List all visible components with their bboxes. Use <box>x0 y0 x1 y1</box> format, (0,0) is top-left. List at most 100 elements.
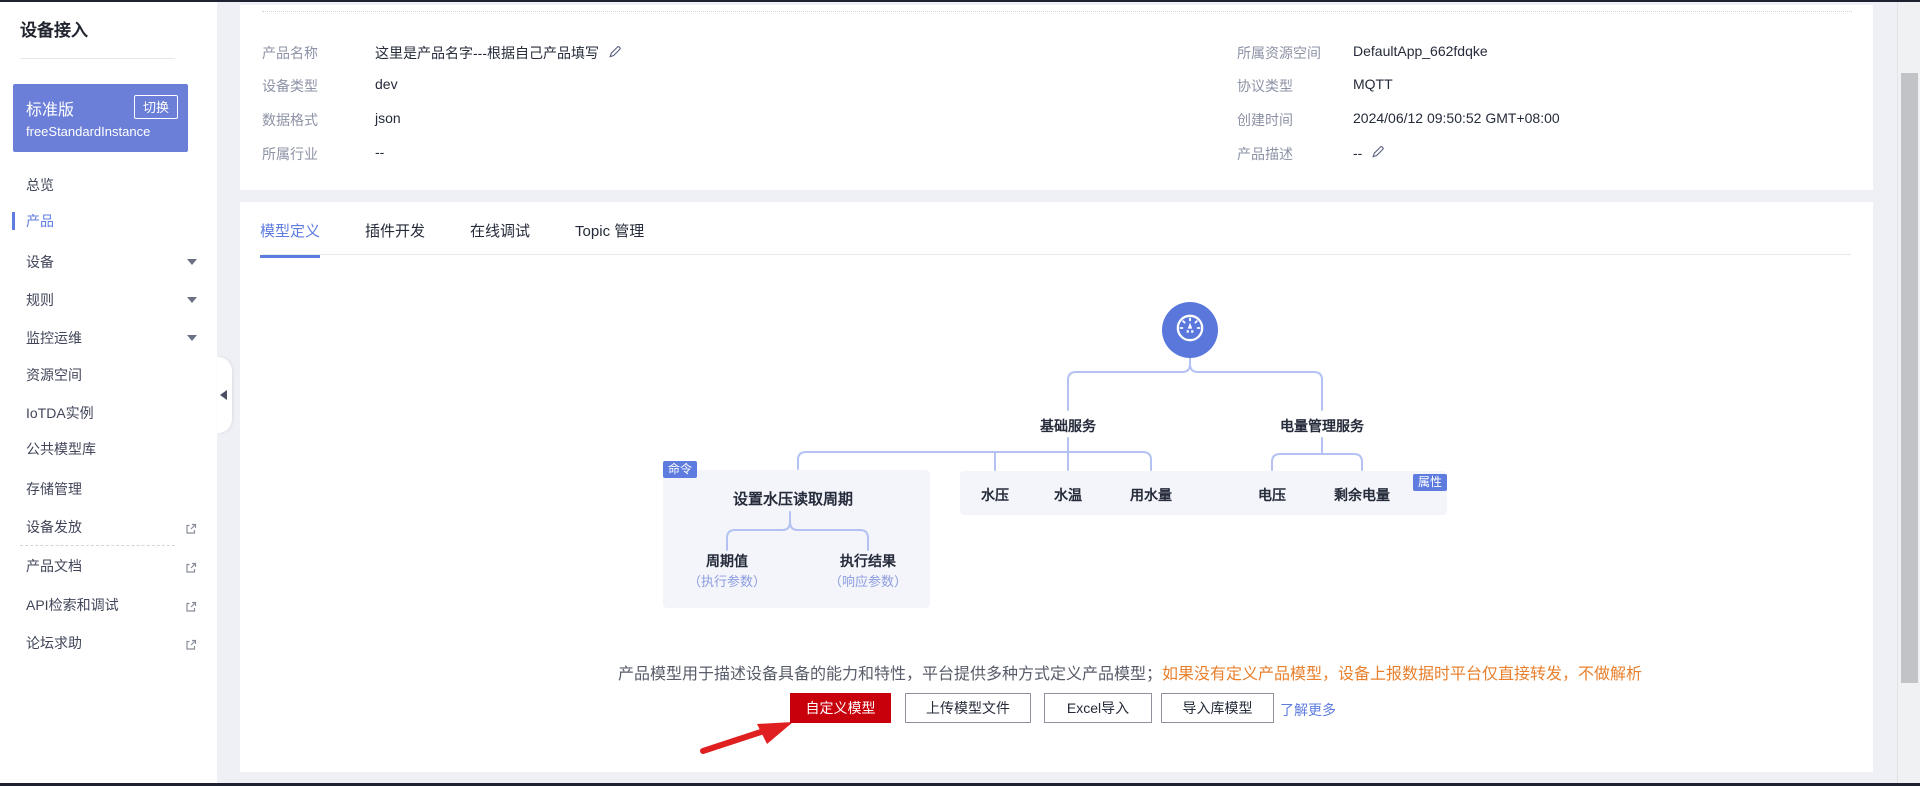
tab-plugin-development[interactable]: 插件开发 <box>365 220 425 258</box>
sidebar-item-label: 设备 <box>26 254 54 270</box>
sidebar-item-rules[interactable]: 规则 <box>0 290 217 310</box>
sidebar-item-resource-spaces[interactable]: 资源空间 <box>0 365 217 385</box>
sidebar: 设备接入 标准版 切换 freeStandardInstance 总览 产品 设… <box>0 2 217 783</box>
external-link-icon <box>185 559 197 579</box>
scrollbar-track[interactable] <box>1897 0 1920 786</box>
resource-space-label: 所属资源空间 <box>1237 43 1321 63</box>
sidebar-item-devices[interactable]: 设备 <box>0 252 217 272</box>
protocol-label: 协议类型 <box>1237 76 1293 96</box>
window-top-edge <box>0 0 1920 2</box>
custom-model-button[interactable]: 自定义模型 <box>790 693 891 723</box>
switch-instance-button[interactable]: 切换 <box>134 95 178 119</box>
chevron-down-icon <box>187 297 197 303</box>
chevron-down-icon <box>187 335 197 341</box>
chevron-left-icon <box>220 390 227 400</box>
sidebar-item-label: 规则 <box>26 292 54 308</box>
pencil-icon[interactable] <box>1370 144 1385 162</box>
pencil-icon[interactable] <box>607 44 622 62</box>
product-name-label: 产品名称 <box>262 43 318 63</box>
property-node-water-consumption: 用水量 <box>1130 485 1172 505</box>
instance-name: freeStandardInstance <box>26 124 150 139</box>
upload-model-file-button[interactable]: 上传模型文件 <box>905 693 1031 723</box>
divider <box>20 545 175 546</box>
divider <box>20 58 175 59</box>
sidebar-item-public-model-library[interactable]: 公共模型库 <box>0 439 217 459</box>
sidebar-item-label: IoTDA实例 <box>26 405 94 421</box>
command-node-set-water-pressure-cycle: 设置水压读取周期 <box>733 488 853 509</box>
sidebar-item-label: 论坛求助 <box>26 635 82 651</box>
learn-more-link[interactable]: 了解更多 <box>1280 700 1336 720</box>
industry-label: 所属行业 <box>262 144 318 164</box>
external-link-icon <box>185 636 197 656</box>
product-root-node <box>1162 302 1218 358</box>
command-badge: 命令 <box>663 461 697 478</box>
industry-text: -- <box>375 144 384 160</box>
tab-online-debugging[interactable]: 在线调试 <box>470 220 530 258</box>
product-desc-text: -- <box>1353 145 1362 161</box>
service-node-power-management: 电量管理服务 <box>1280 416 1364 436</box>
created-time-value: 2024/06/12 09:50:52 GMT+08:00 <box>1353 110 1560 126</box>
resource-space-value: DefaultApp_662fdqke <box>1353 43 1488 59</box>
data-format-label: 数据格式 <box>262 110 318 130</box>
command-param-exec-result-type: （响应参数） <box>829 571 907 590</box>
sidebar-item-label: 产品文档 <box>26 558 82 574</box>
command-param-cycle-value: 周期值 <box>706 551 748 571</box>
property-node-remaining-power: 剩余电量 <box>1334 485 1390 505</box>
product-name-text: 这里是产品名字---根据自己产品填写 <box>375 43 599 63</box>
sidebar-item-label: 设备发放 <box>26 519 82 535</box>
data-format-value: json <box>375 110 401 126</box>
protocol-text: MQTT <box>1353 76 1393 92</box>
tab-topic-management[interactable]: Topic 管理 <box>575 220 644 258</box>
sidebar-item-iotda-instances[interactable]: IoTDA实例 <box>0 403 217 423</box>
external-link-icon <box>185 598 197 618</box>
command-param-cycle-value-type: （执行参数） <box>688 571 766 590</box>
sidebar-item-products[interactable]: 产品 <box>0 211 217 231</box>
sidebar-collapse-handle[interactable] <box>217 357 232 433</box>
scrollbar-thumb[interactable] <box>1901 73 1918 683</box>
model-description-warning: 如果没有定义产品模型，设备上报数据时平台仅直接转发，不做解析 <box>1162 666 1642 683</box>
data-format-text: json <box>375 110 401 126</box>
gauge-icon <box>1173 311 1207 350</box>
service-node-basic: 基础服务 <box>1040 416 1096 436</box>
instance-edition-label: 标准版 <box>26 96 74 120</box>
property-badge: 属性 <box>1413 474 1447 491</box>
product-desc-value: -- <box>1353 144 1385 162</box>
model-description-normal: 产品模型用于描述设备具备的能力和特性，平台提供多种方式定义产品模型； <box>618 666 1162 683</box>
sidebar-item-forum-help[interactable]: 论坛求助 <box>0 633 217 653</box>
device-type-text: dev <box>375 76 398 92</box>
sidebar-item-label: 产品 <box>26 213 54 229</box>
protocol-value: MQTT <box>1353 76 1393 92</box>
chevron-down-icon <box>187 259 197 265</box>
properties-box: 水压 水温 用水量 电压 剩余电量 <box>960 471 1447 515</box>
sidebar-item-product-docs[interactable]: 产品文档 <box>0 556 217 576</box>
sidebar-item-label: 监控运维 <box>26 330 82 346</box>
divider <box>262 11 1852 12</box>
created-time-text: 2024/06/12 09:50:52 GMT+08:00 <box>1353 110 1560 126</box>
sidebar-item-label: 资源空间 <box>26 367 82 383</box>
device-type-value: dev <box>375 76 398 92</box>
tab-bar: 模型定义 插件开发 在线调试 Topic 管理 <box>260 220 644 258</box>
product-desc-label: 产品描述 <box>1237 144 1293 164</box>
sidebar-item-device-provisioning[interactable]: 设备发放 <box>0 517 217 537</box>
property-node-water-pressure: 水压 <box>981 485 1009 505</box>
instance-card[interactable]: 标准版 切换 freeStandardInstance <box>13 84 188 152</box>
property-node-voltage: 电压 <box>1258 485 1286 505</box>
excel-import-button[interactable]: Excel导入 <box>1044 693 1152 723</box>
sidebar-item-label: 存储管理 <box>26 481 82 497</box>
resource-space-text: DefaultApp_662fdqke <box>1353 43 1488 59</box>
device-type-label: 设备类型 <box>262 76 318 96</box>
sidebar-item-label: 公共模型库 <box>26 441 96 457</box>
sidebar-title: 设备接入 <box>20 16 88 41</box>
sidebar-item-api-explorer[interactable]: API检索和调试 <box>0 595 217 615</box>
property-node-water-temperature: 水温 <box>1054 485 1082 505</box>
command-param-exec-result: 执行结果 <box>840 551 896 571</box>
industry-value: -- <box>375 144 384 160</box>
import-library-model-button[interactable]: 导入库模型 <box>1161 693 1274 723</box>
sidebar-item-storage-management[interactable]: 存储管理 <box>0 479 217 499</box>
model-description: 产品模型用于描述设备具备的能力和特性，平台提供多种方式定义产品模型；如果没有定义… <box>618 660 1642 684</box>
sidebar-item-overview[interactable]: 总览 <box>0 175 217 195</box>
created-time-label: 创建时间 <box>1237 110 1293 130</box>
tab-model-definition[interactable]: 模型定义 <box>260 220 320 258</box>
sidebar-item-monitoring[interactable]: 监控运维 <box>0 328 217 348</box>
sidebar-item-label: 总览 <box>26 177 54 193</box>
